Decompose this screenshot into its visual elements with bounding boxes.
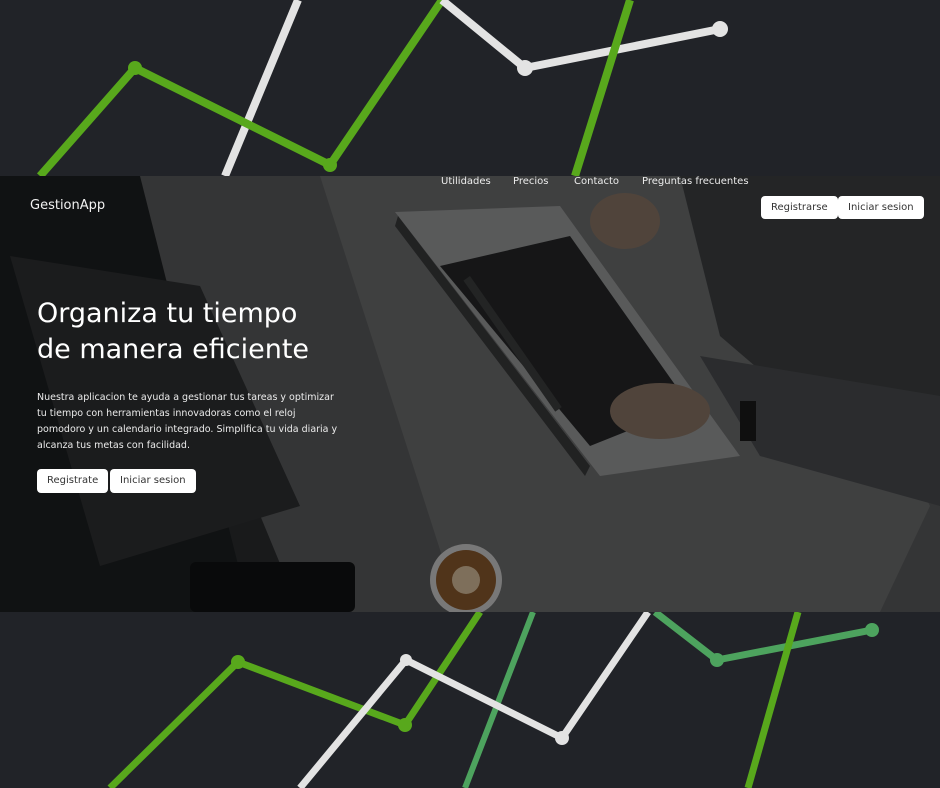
hero-section: GestionApp Utilidades Precios Contacto P…	[0, 176, 940, 612]
green-node	[323, 158, 337, 172]
nav-link-precios[interactable]: Precios	[513, 176, 549, 187]
nav-link-preguntas-frecuentes[interactable]: Preguntas frecuentes	[642, 176, 749, 187]
nav-link-utilidades[interactable]: Utilidades	[441, 176, 491, 187]
register-button[interactable]: Registrarse	[761, 196, 838, 219]
hero-title-line-1: Organiza tu tiempo	[37, 298, 298, 329]
green-node	[865, 623, 879, 637]
hero-description: Nuestra aplicacion te ayuda a gestionar …	[37, 392, 338, 451]
gray-zigzag-line	[439, 0, 721, 72]
green-zigzag-line-right	[652, 612, 873, 664]
nav-link-contacto[interactable]: Contacto	[574, 176, 619, 187]
green-zigzag-line	[107, 612, 483, 788]
gray-node	[555, 731, 569, 745]
login-button[interactable]: Iniciar sesion	[838, 196, 924, 219]
hero-title-line-2: de manera eficiente	[37, 334, 310, 365]
green-node	[710, 653, 724, 667]
green-node	[128, 61, 142, 75]
gray-diagonal-line	[221, 0, 302, 176]
green-diagonal-line-right	[744, 612, 802, 788]
brand-logo[interactable]: GestionApp	[30, 198, 105, 213]
green-diagonal-line	[571, 0, 634, 176]
gray-node	[712, 21, 728, 37]
bottom-decorative-lines	[107, 612, 879, 788]
green-zigzag-line	[36, 0, 446, 176]
gray-node	[517, 60, 533, 76]
hero-login-button[interactable]: Iniciar sesion	[110, 469, 196, 493]
hero-title: Organiza tu tiempo de manera eficiente	[37, 296, 377, 368]
green-node	[398, 718, 412, 732]
top-decorative-lines	[36, 0, 728, 176]
green-diagonal-line	[462, 612, 536, 788]
hero-register-button[interactable]: Registrate	[37, 469, 109, 493]
gray-node	[400, 654, 412, 666]
green-node	[231, 655, 245, 669]
navbar: GestionApp Utilidades Precios Contacto P…	[0, 176, 940, 240]
